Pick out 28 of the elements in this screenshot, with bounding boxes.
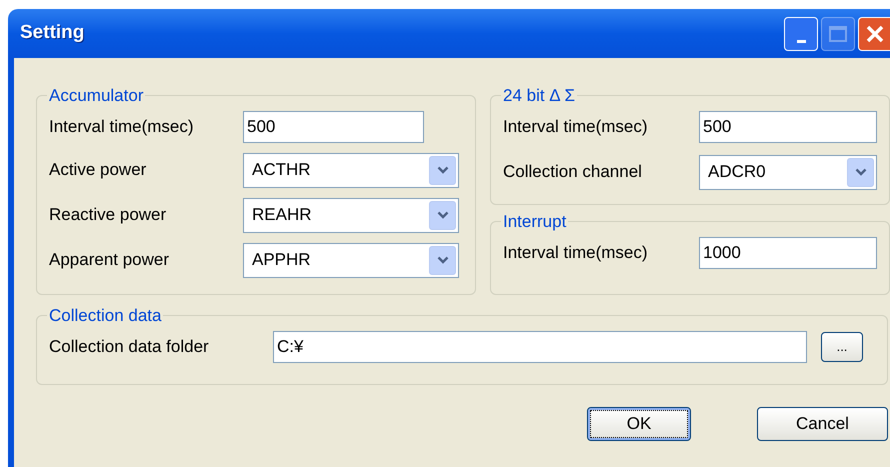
- close-icon: [864, 24, 884, 44]
- dialog-button[interactable]: Cancel: [757, 407, 888, 441]
- dropdown[interactable]: ACTHR: [243, 152, 459, 188]
- group-title: Accumulator: [48, 85, 144, 107]
- close-button[interactable]: [858, 16, 890, 50]
- browse-button[interactable]: ...: [821, 332, 863, 362]
- field-label: Interval time(msec): [503, 242, 649, 264]
- dialog-button[interactable]: OK: [587, 407, 691, 441]
- input-field[interactable]: 1000: [699, 236, 877, 268]
- input-field[interactable]: 500: [699, 110, 877, 142]
- dropdown[interactable]: REAHR: [243, 198, 459, 232]
- group-title: 24 bit Δ Σ: [502, 85, 576, 107]
- dropdown[interactable]: APPHR: [243, 242, 459, 278]
- input-field[interactable]: 500: [243, 110, 424, 142]
- field-label: Apparent power: [49, 249, 170, 272]
- window-title: Setting: [20, 21, 86, 46]
- minimize-button[interactable]: [784, 16, 818, 50]
- field-label: Collection channel: [503, 161, 643, 184]
- input-field[interactable]: C:¥: [273, 330, 807, 362]
- field-label: Collection data folder: [49, 336, 210, 358]
- dropdown[interactable]: ADCR0: [699, 154, 877, 190]
- maximize-button[interactable]: [821, 16, 855, 50]
- field-label: Reactive power: [49, 204, 168, 226]
- field-label: Interval time(msec): [49, 116, 195, 138]
- field-label: Active power: [49, 159, 148, 182]
- group-title: Collection data: [48, 305, 162, 327]
- field-label: Interval time(msec): [503, 116, 649, 138]
- group-title: Interrupt: [502, 211, 568, 233]
